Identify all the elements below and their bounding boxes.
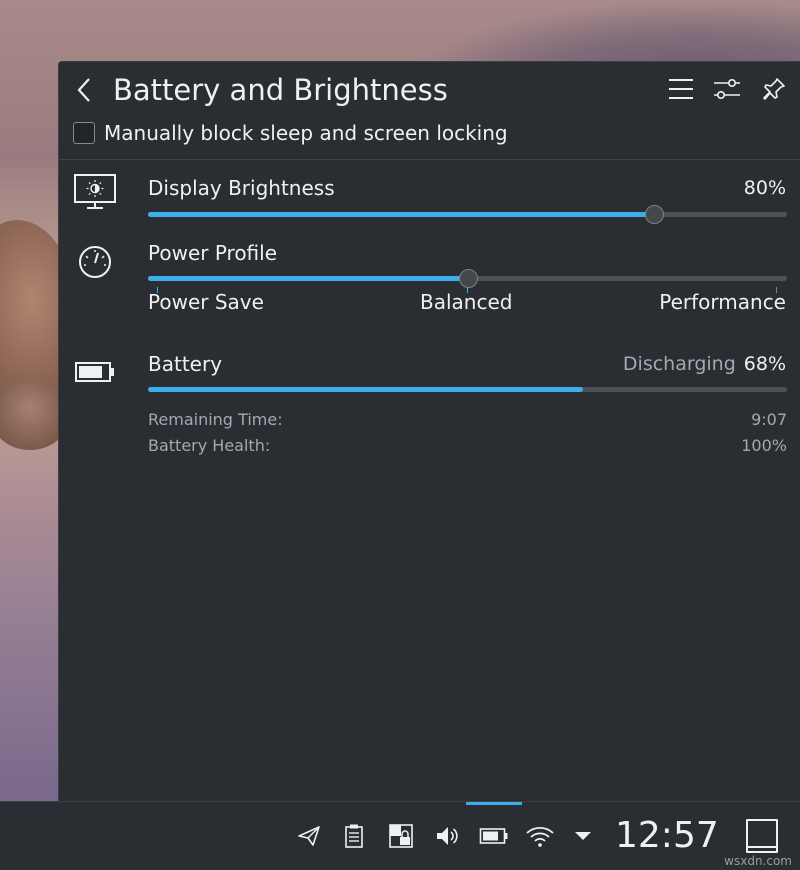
configure-button[interactable] (711, 73, 743, 105)
menu-button[interactable] (665, 73, 697, 105)
tray-vault-button[interactable] (386, 821, 416, 851)
battery-charge-bar (148, 387, 787, 392)
show-desktop-button[interactable] (746, 819, 778, 853)
power-profile-row-icon (73, 242, 117, 282)
battery-status: Discharging 68% (623, 353, 786, 375)
battery-label: Battery (148, 352, 223, 376)
battery-icon (75, 362, 114, 382)
tray-wifi-button[interactable] (525, 821, 555, 851)
battery-brightness-popup: Battery and Brightness Manually block sl… (58, 61, 800, 801)
hamburger-icon (669, 79, 693, 99)
taskbar: 12:57 wsxdn.com (0, 801, 800, 870)
clipboard-icon (345, 824, 363, 848)
active-tray-indicator (466, 802, 522, 805)
tray-volume-button[interactable] (432, 821, 462, 851)
tray-expand-button[interactable] (568, 821, 598, 851)
profile-option-power-save[interactable]: Power Save (148, 290, 264, 314)
send-icon (298, 826, 320, 846)
block-sleep-checkbox[interactable] (73, 122, 95, 144)
speedometer-icon (79, 246, 111, 278)
battery-health-label: Battery Health: (148, 436, 271, 455)
tray-clipboard-button[interactable] (339, 821, 369, 851)
block-sleep-label: Manually block sleep and screen locking (104, 121, 508, 145)
brightness-value: 80% (743, 177, 786, 199)
tray-send-button[interactable] (294, 821, 324, 851)
digital-clock[interactable]: 12:57 (615, 810, 719, 862)
watermark-text: wsxdn.com (724, 854, 792, 868)
pin-icon (763, 78, 785, 100)
profile-option-performance[interactable]: Performance (659, 290, 786, 314)
remaining-time-row: Remaining Time: 9:07 (148, 410, 787, 429)
block-sleep-row[interactable]: Manually block sleep and screen locking (73, 118, 508, 148)
expand-tray-icon (575, 832, 591, 840)
page-title: Battery and Brightness (113, 73, 448, 107)
power-profile-slider-fill (148, 276, 468, 281)
brightness-slider-handle[interactable] (644, 205, 664, 224)
battery-percent: 68% (743, 353, 786, 375)
power-profile-slider-handle[interactable] (458, 269, 478, 288)
battery-health-row: Battery Health: 100% (148, 436, 787, 455)
display-brightness-icon (74, 174, 116, 209)
battery-icon (479, 828, 508, 844)
power-profile-slider[interactable] (148, 269, 787, 293)
battery-row-icon (73, 352, 117, 392)
popup-header: Battery and Brightness Manually block sl… (59, 62, 800, 160)
brightness-slider[interactable] (148, 205, 787, 224)
volume-icon (437, 827, 458, 845)
battery-charge-fill (148, 387, 583, 392)
power-profile-label: Power Profile (148, 241, 278, 265)
remaining-time-label: Remaining Time: (148, 410, 283, 429)
remaining-time-value: 9:07 (751, 410, 787, 429)
settings-sliders-icon (714, 78, 740, 100)
back-button[interactable] (69, 72, 99, 108)
brightness-label: Display Brightness (148, 176, 335, 200)
brightness-row-icon (73, 172, 117, 212)
battery-status-text: Discharging (622, 353, 736, 375)
profile-option-balanced[interactable]: Balanced (420, 290, 512, 314)
tray-battery-button[interactable] (479, 821, 509, 851)
chevron-left-icon (77, 78, 90, 102)
brightness-slider-fill (148, 212, 654, 217)
vault-icon (389, 824, 413, 848)
wifi-icon (526, 826, 554, 847)
pin-button[interactable] (758, 73, 790, 105)
battery-health-value: 100% (741, 436, 787, 455)
